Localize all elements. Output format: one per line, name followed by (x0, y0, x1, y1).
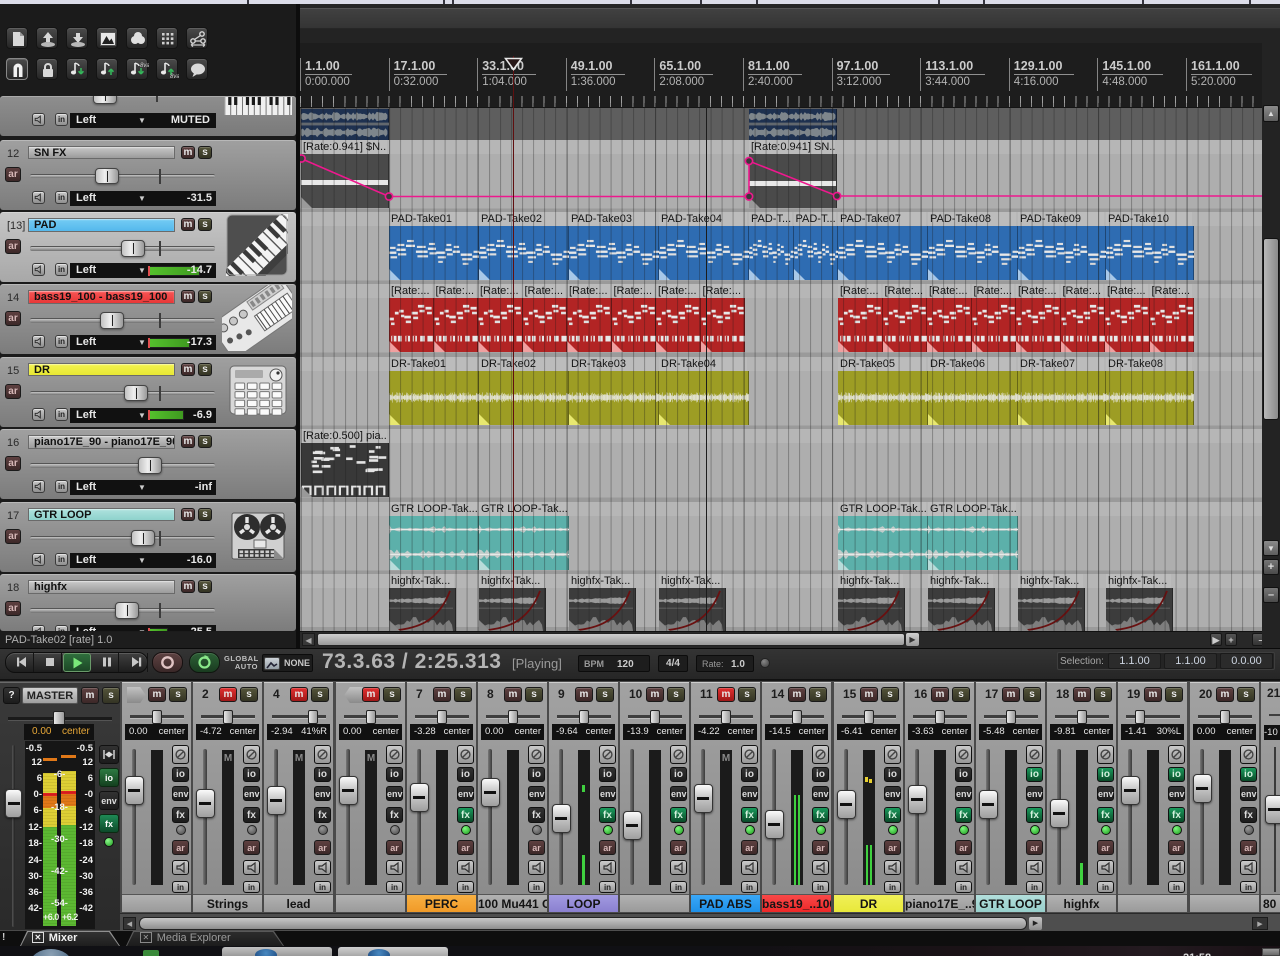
svg-text:8va: 8va (140, 63, 149, 69)
svg-text:8va: 8va (170, 74, 179, 80)
